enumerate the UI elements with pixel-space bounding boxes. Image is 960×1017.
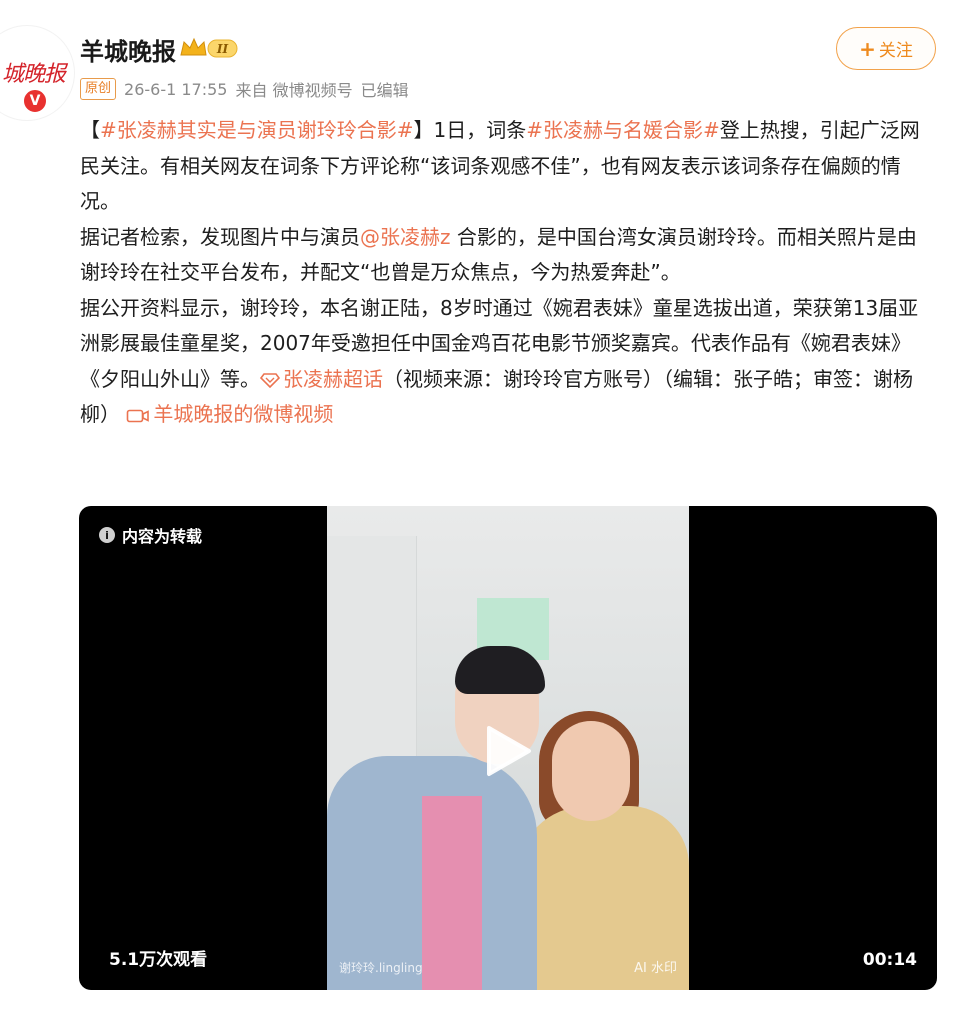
- plus-icon: +: [859, 36, 876, 61]
- topic-link-1[interactable]: #张凌赫其实是与演员谢玲玲合影#: [100, 118, 414, 142]
- play-icon[interactable]: [483, 724, 533, 778]
- topic-link-2[interactable]: #张凌赫与名媛合影#: [526, 118, 720, 142]
- bracket-open: 【: [80, 118, 100, 142]
- paragraph-1: 【#张凌赫其实是与演员谢玲玲合影#】1日，词条#张凌赫与名媛合影#登上热搜，引起…: [80, 113, 920, 220]
- ai-watermark: AI 水印: [634, 961, 677, 976]
- paragraph-2-text-a: 据记者检索，发现图片中与演员: [80, 224, 360, 249]
- post-source[interactable]: 来自 微博视频号: [235, 77, 352, 101]
- edited-label[interactable]: 已编辑: [361, 77, 409, 101]
- supertopic-link[interactable]: 张凌赫超话: [283, 367, 383, 391]
- person-1-shirt: [422, 796, 482, 990]
- view-count: 5.1万次观看: [109, 950, 208, 970]
- bracket-close: 】: [413, 118, 434, 142]
- paragraph-3: 据公开资料显示，谢玲玲，本名谢正陆，8岁时通过《婉君表妹》童星选拔出道，荣获第1…: [80, 291, 920, 433]
- paragraph-1-text-a: 1日，词条: [433, 118, 527, 142]
- username[interactable]: 羊城晚报: [80, 32, 176, 67]
- video-duration: 00:14: [862, 950, 917, 970]
- verified-icon: V: [22, 88, 48, 114]
- original-badge: 原创: [80, 78, 117, 100]
- video-camera-icon: [127, 409, 150, 422]
- repost-tag-label: 内容为转载: [122, 527, 203, 546]
- member-level-text: II: [216, 42, 229, 56]
- avatar[interactable]: 城晚报 V: [0, 26, 74, 120]
- post-content: 【#张凌赫其实是与演员谢玲玲合影#】1日，词条#张凌赫与名媛合影#登上热搜，引起…: [80, 113, 920, 433]
- video-link[interactable]: 羊城晚报的微博视频: [153, 402, 333, 426]
- avatar-logo-text: 城晚报: [2, 62, 66, 87]
- follow-button[interactable]: + 关注: [836, 27, 936, 70]
- paragraph-2: 据记者检索，发现图片中与演员@张凌赫z 合影的，是中国台湾女演员谢玲玲。而相关照…: [80, 220, 920, 291]
- post-timestamp[interactable]: 26-6-1 17:55: [124, 80, 227, 99]
- post-meta: 原创 26-6-1 17:55 来自 微博视频号 已编辑: [80, 77, 409, 101]
- info-icon: i: [99, 527, 115, 543]
- crown-icon[interactable]: II: [180, 37, 238, 59]
- follow-label: 关注: [878, 41, 913, 61]
- video-player[interactable]: 谢玲玲.lingling AI 水印 i 内容为转载 5.1万次观看 00:14: [79, 506, 937, 990]
- video-watermark: 谢玲玲.lingling: [339, 961, 423, 975]
- video-frame[interactable]: 谢玲玲.lingling AI 水印: [327, 506, 689, 990]
- mention-link[interactable]: @张凌赫z: [360, 225, 451, 249]
- repost-tag: i 内容为转载: [99, 523, 202, 547]
- diamond-icon: [260, 373, 280, 388]
- person-2-head: [552, 721, 630, 821]
